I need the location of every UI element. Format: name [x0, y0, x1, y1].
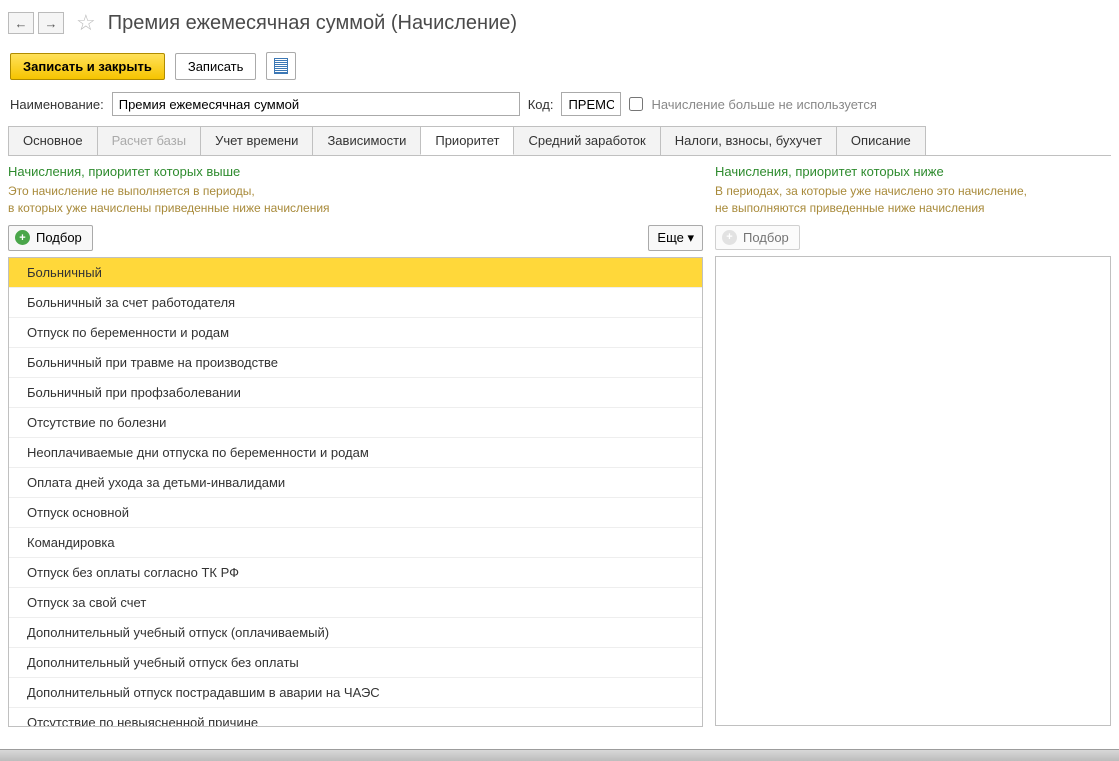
tab-3[interactable]: Зависимости: [312, 126, 421, 155]
plus-icon: +: [722, 230, 737, 245]
arrow-left-icon: ←: [15, 16, 28, 31]
tab-5[interactable]: Средний заработок: [513, 126, 660, 155]
favorite-star-icon[interactable]: ☆: [76, 10, 96, 36]
list-item[interactable]: Отпуск за свой счет: [9, 588, 702, 618]
list-item[interactable]: Дополнительный учебный отпуск без оплаты: [9, 648, 702, 678]
right-podbor-button[interactable]: + Подбор: [715, 225, 800, 250]
tab-7[interactable]: Описание: [836, 126, 926, 155]
tab-0[interactable]: Основное: [8, 126, 98, 155]
left-column-desc: Это начисление не выполняется в периоды,…: [8, 183, 703, 217]
list-item[interactable]: Больничный: [9, 258, 702, 288]
list-view-button[interactable]: [266, 52, 296, 80]
left-column-title: Начисления, приоритет которых выше: [8, 164, 703, 179]
code-input[interactable]: [561, 92, 621, 116]
nav-back-button[interactable]: ←: [8, 12, 34, 34]
list-item[interactable]: Отсутствие по болезни: [9, 408, 702, 438]
tab-4[interactable]: Приоритет: [420, 126, 514, 155]
unused-checkbox[interactable]: [629, 97, 643, 111]
document-list-icon: [274, 58, 288, 74]
page-title: Премия ежемесячная суммой (Начисление): [108, 12, 517, 35]
list-item[interactable]: Больничный при травме на производстве: [9, 348, 702, 378]
left-podbor-button[interactable]: + Подбор: [8, 225, 93, 251]
list-item[interactable]: Командировка: [9, 528, 702, 558]
plus-icon: +: [15, 230, 30, 245]
list-item[interactable]: Оплата дней ухода за детьми-инвалидами: [9, 468, 702, 498]
higher-priority-listbox[interactable]: БольничныйБольничный за счет работодател…: [8, 257, 703, 727]
list-item[interactable]: Неоплачиваемые дни отпуска по беременнос…: [9, 438, 702, 468]
list-item[interactable]: Отсутствие по невыясненной причине: [9, 708, 702, 726]
left-more-button[interactable]: Еще ▾: [648, 225, 703, 251]
name-label: Наименование:: [10, 97, 104, 112]
list-item[interactable]: Дополнительный отпуск пострадавшим в ава…: [9, 678, 702, 708]
tab-1: Расчет базы: [97, 126, 202, 155]
footer-bar: [0, 749, 1119, 761]
tab-2[interactable]: Учет времени: [200, 126, 313, 155]
nav-forward-button[interactable]: →: [38, 12, 64, 34]
list-item[interactable]: Отпуск по беременности и родам: [9, 318, 702, 348]
lower-priority-listbox[interactable]: [715, 256, 1111, 726]
tab-6[interactable]: Налоги, взносы, бухучет: [660, 126, 837, 155]
save-and-close-button[interactable]: Записать и закрыть: [10, 53, 165, 80]
list-item[interactable]: Дополнительный учебный отпуск (оплачивае…: [9, 618, 702, 648]
list-item[interactable]: Отпуск без оплаты согласно ТК РФ: [9, 558, 702, 588]
name-input[interactable]: [112, 92, 520, 116]
right-column-desc: В периодах, за которые уже начислено это…: [715, 183, 1111, 217]
list-item[interactable]: Больничный при профзаболевании: [9, 378, 702, 408]
list-item[interactable]: Больничный за счет работодателя: [9, 288, 702, 318]
right-column-title: Начисления, приоритет которых ниже: [715, 164, 1111, 179]
list-item[interactable]: Отпуск основной: [9, 498, 702, 528]
arrow-right-icon: →: [45, 16, 58, 31]
unused-label: Начисление больше не используется: [651, 97, 876, 112]
save-button[interactable]: Записать: [175, 53, 257, 80]
code-label: Код:: [528, 97, 554, 112]
